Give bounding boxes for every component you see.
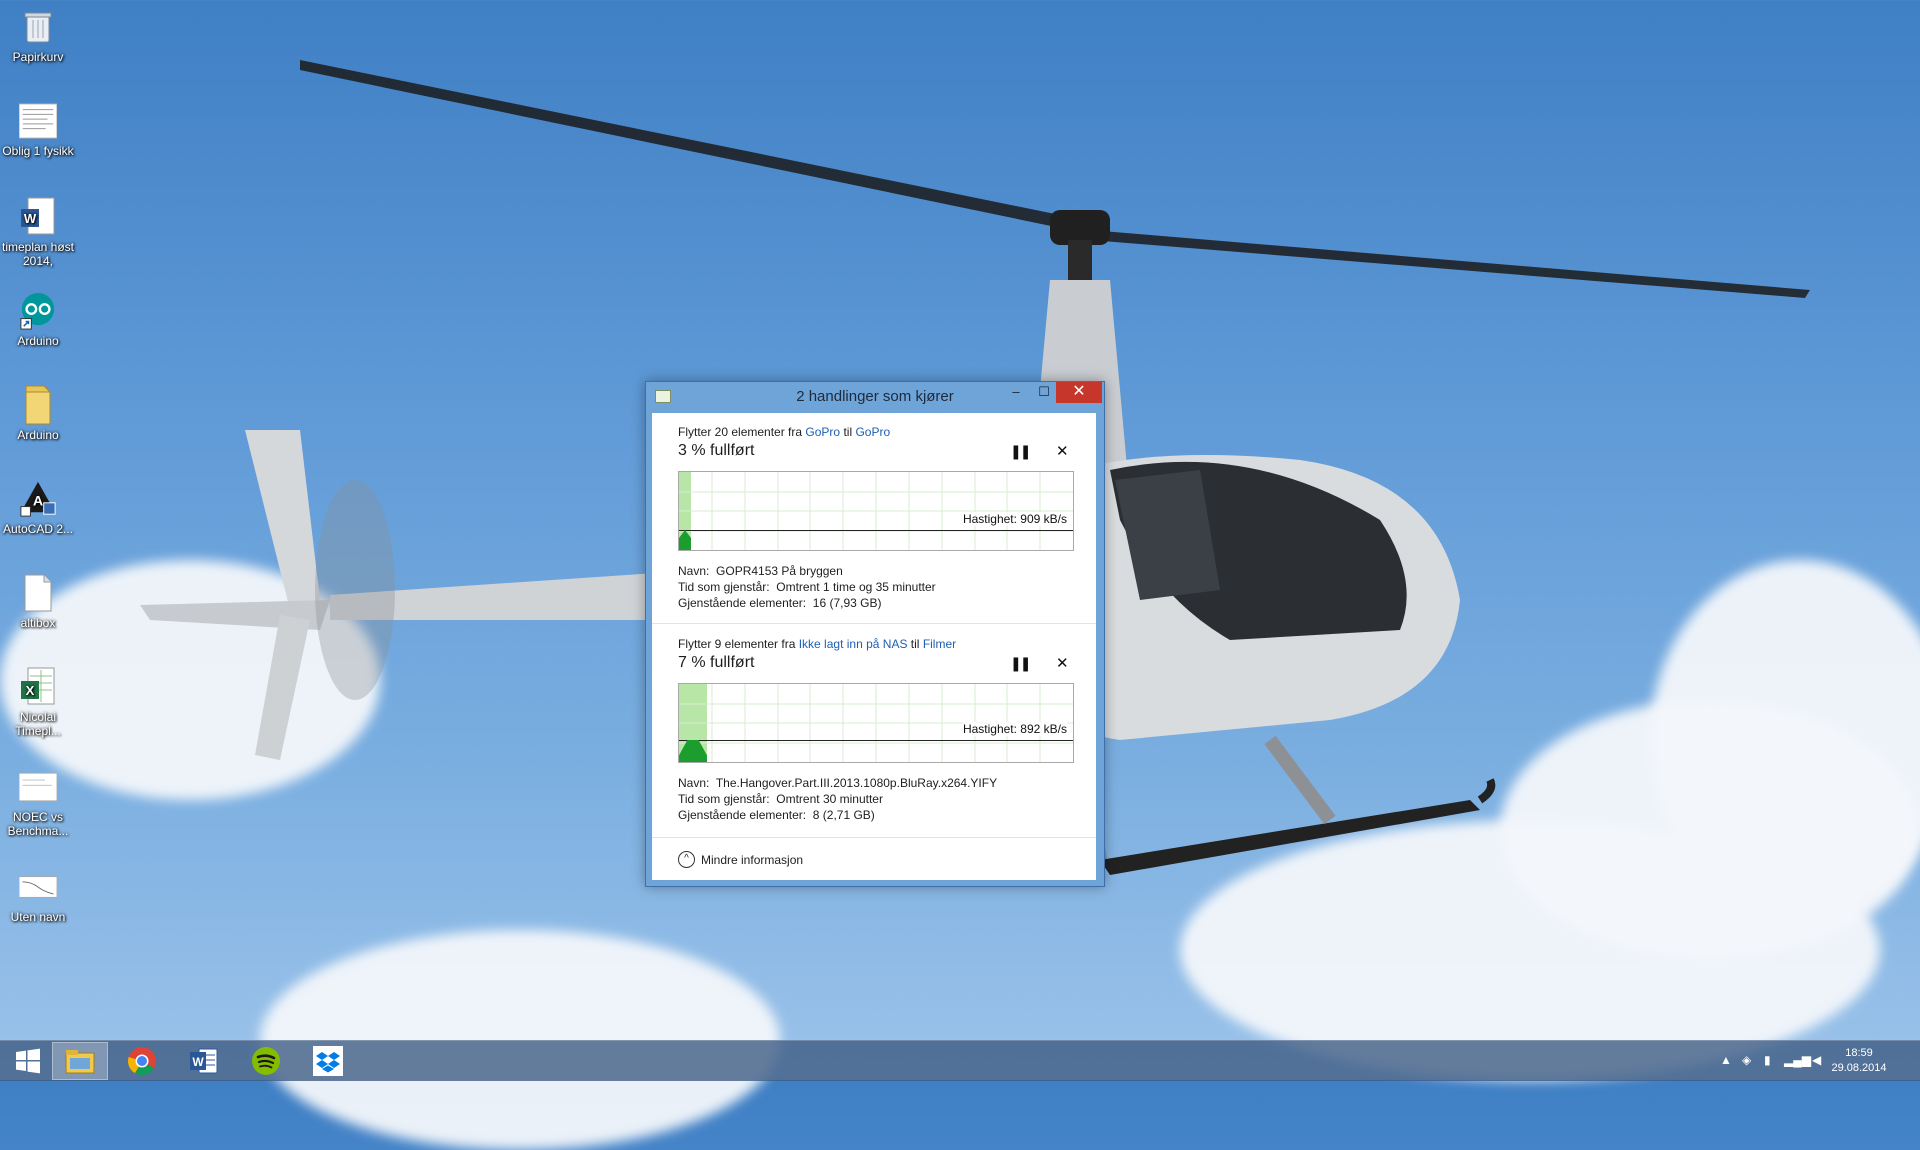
dropbox-tray-icon[interactable]: ◈: [1742, 1053, 1751, 1067]
time-remaining: Omtrent 1 time og 35 minutter: [776, 580, 936, 594]
recycle-bin-icon: [19, 6, 57, 48]
destination-link[interactable]: GoPro: [855, 425, 890, 439]
spotify-icon: [252, 1047, 280, 1075]
speed-line: [679, 740, 1073, 741]
desktop-icon-autocad[interactable]: A AutoCAD 2...: [0, 478, 76, 536]
file-operation-dialog: 2 handlinger som kjører – ☐ ✕ Flytter 20…: [645, 381, 1105, 887]
cancel-button[interactable]: ✕: [1056, 654, 1069, 672]
document-thumbnail-icon: [19, 766, 57, 808]
source-link[interactable]: Ikke lagt inn på NAS: [799, 637, 908, 651]
document-icon: [19, 100, 57, 142]
desktop-icon-nicolai-timeplan[interactable]: X Nicolai Timepl...: [0, 666, 76, 738]
text-file-icon: [19, 572, 57, 614]
desktop-icon-arduino-folder[interactable]: Arduino: [0, 384, 76, 442]
dialog-content: Flytter 20 elementer fra GoPro til GoPro…: [652, 413, 1096, 880]
operation-2-description: Flytter 9 elementer fra Ikke lagt inn på…: [678, 637, 957, 651]
current-file-name: The.Hangover.Part.III.2013.1080p.BluRay.…: [715, 776, 998, 790]
svg-text:X: X: [26, 683, 35, 698]
operation-2-percent: 7 % fullført: [678, 654, 755, 671]
cancel-button[interactable]: ✕: [1056, 442, 1069, 460]
operation-2-speed-graph: Hastighet: 892 kB/s: [678, 683, 1074, 763]
word-document-icon: W: [19, 196, 57, 238]
time-remaining: Omtrent 30 minutter: [776, 792, 883, 806]
chevron-up-icon: ^: [678, 851, 695, 868]
desktop-icon-arduino-shortcut[interactable]: Arduino: [0, 290, 76, 348]
close-button[interactable]: ✕: [1056, 382, 1102, 403]
windows-start-icon: [16, 1048, 40, 1074]
folder-icon: [19, 384, 57, 426]
divider: [652, 837, 1096, 838]
operation-1-description: Flytter 20 elementer fra GoPro til GoPro: [678, 425, 891, 439]
pause-button[interactable]: ❚❚: [1010, 655, 1032, 672]
speed-line: [679, 530, 1073, 531]
svg-text:W: W: [192, 1055, 204, 1069]
taskbar-word[interactable]: W: [176, 1042, 232, 1080]
network-icon[interactable]: ▂▄▆: [1784, 1053, 1811, 1067]
source-link[interactable]: GoPro: [805, 425, 840, 439]
operation-1-details: Navn: GOPR4153 På bryggen Tid som gjenst…: [678, 564, 936, 610]
taskbar: W ▲ ◈ ▮ ▂▄▆ ◀ 18:59 29.08.2014: [0, 1040, 1920, 1081]
desktop-icon-oblig[interactable]: Oblig 1 fysikk: [0, 100, 76, 158]
dropbox-icon: [313, 1046, 343, 1076]
file-explorer-icon: [65, 1050, 95, 1074]
less-info-toggle[interactable]: ^ Mindre informasjon: [678, 851, 803, 868]
minimize-button[interactable]: –: [1002, 382, 1030, 403]
divider: [652, 623, 1096, 624]
desktop-icon-noec[interactable]: NOEC vs Benchma...: [0, 766, 76, 838]
show-hidden-icons-icon[interactable]: ▲: [1720, 1053, 1732, 1067]
desktop-icon-timeplan[interactable]: W timeplan høst 2014,: [0, 196, 76, 268]
taskbar-chrome[interactable]: [114, 1042, 170, 1080]
taskbar-spotify[interactable]: [238, 1042, 294, 1080]
taskbar-file-explorer[interactable]: [52, 1042, 108, 1080]
clock-time: 18:59: [1845, 1047, 1873, 1059]
clock[interactable]: 18:59 29.08.2014: [1824, 1046, 1894, 1076]
system-tray: ▲ ◈ ▮ ▂▄▆ ◀ 18:59 29.08.2014: [1700, 1041, 1920, 1081]
start-button[interactable]: [0, 1042, 56, 1080]
image-thumbnail-icon: [19, 866, 57, 908]
battery-icon[interactable]: ▮: [1764, 1053, 1771, 1067]
chrome-icon: [128, 1047, 156, 1075]
operation-1-speed-graph: Hastighet: 909 kB/s: [678, 471, 1074, 551]
excel-document-icon: X: [19, 666, 57, 708]
desktop-icon-recycle-bin[interactable]: Papirkurv: [0, 6, 76, 64]
dialog-titlebar[interactable]: 2 handlinger som kjører – ☐ ✕: [646, 382, 1104, 412]
graph-grid: [679, 472, 1073, 550]
items-remaining: 8 (2,71 GB): [812, 808, 875, 822]
arduino-icon: [19, 290, 57, 332]
operation-2-details: Navn: The.Hangover.Part.III.2013.1080p.B…: [678, 776, 998, 822]
desktop-icon-uten-navn[interactable]: Uten navn: [0, 866, 76, 924]
speed-label: Hastighet: 892 kB/s: [962, 722, 1067, 736]
clock-date: 29.08.2014: [1831, 1062, 1887, 1074]
pause-button[interactable]: ❚❚: [1010, 443, 1032, 460]
speed-label: Hastighet: 909 kB/s: [962, 512, 1067, 526]
operation-1-percent: 3 % fullført: [678, 442, 755, 459]
less-info-label: Mindre informasjon: [701, 852, 804, 867]
destination-link[interactable]: Filmer: [923, 637, 956, 651]
autocad-icon: A: [19, 478, 57, 520]
taskbar-dropbox[interactable]: [300, 1042, 356, 1080]
svg-text:A: A: [33, 494, 43, 510]
svg-text:W: W: [24, 211, 37, 226]
volume-icon[interactable]: ◀: [1812, 1053, 1821, 1067]
word-icon: W: [190, 1048, 218, 1074]
current-file-name: GOPR4153 På bryggen: [716, 564, 843, 578]
items-remaining: 16 (7,93 GB): [812, 596, 882, 610]
desktop-icon-altibox[interactable]: altibox: [0, 572, 76, 630]
maximize-button[interactable]: ☐: [1030, 382, 1058, 403]
